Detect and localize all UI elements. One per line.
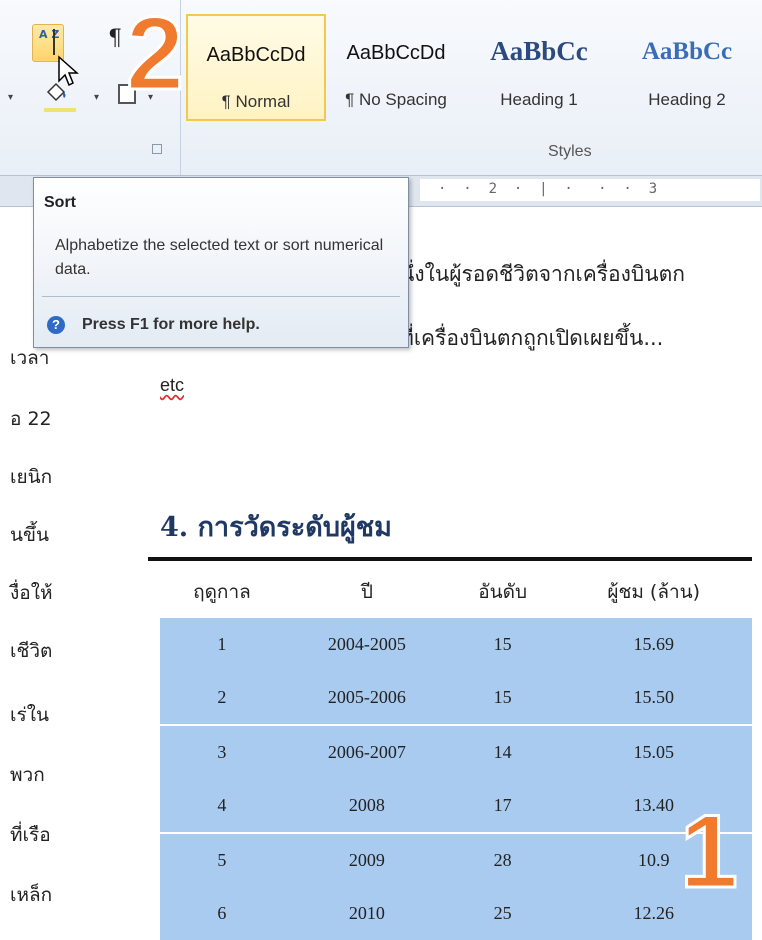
section-heading: 4. การวัดระดับผู้ชม: [160, 512, 392, 543]
shading-button[interactable]: [44, 82, 76, 112]
left-text-fragment: เหล็ก: [10, 884, 53, 906]
style-heading-2[interactable]: AaBbCc Heading 2: [612, 14, 762, 121]
table-cell: 2: [160, 671, 284, 725]
style-preview: AaBbCcDd: [346, 42, 446, 64]
table-row[interactable]: 1 2004-2005 15 15.69: [160, 618, 752, 671]
left-text-fragment: เยนิก: [10, 466, 53, 488]
style-preview: AaBbCcDd: [206, 44, 306, 66]
left-text-fragment: เชีวิต: [10, 640, 53, 662]
table-cell: 17: [449, 779, 556, 833]
table-cell: 15: [449, 671, 556, 725]
style-heading-1[interactable]: AaBbCc Heading 1: [466, 14, 612, 121]
tooltip-help-text: Press F1 for more help.: [82, 316, 260, 333]
body-text-line: นึ่งในผู้รอดชีวิตจากเครื่องบินตก: [400, 262, 685, 286]
body-text-line: ที่เครื่องบินตกถูกเปิดเผยขึ้น...: [400, 326, 664, 350]
table-cell: 15.50: [555, 671, 752, 725]
table-cell: 5: [160, 832, 284, 887]
style-preview: AaBbCc: [641, 38, 733, 65]
style-label: Heading 2: [648, 90, 726, 109]
table-top-rule: [148, 557, 752, 561]
table-header-cell: ฤดูกาล: [193, 581, 251, 603]
body-text-etc: etc: [160, 375, 185, 395]
table-row[interactable]: 4 2008 17 13.40: [160, 779, 752, 833]
table-cell: 14: [449, 724, 556, 779]
sort-tooltip: Sort Alphabetize the selected text or so…: [33, 177, 409, 348]
step-callout-1: 1: [679, 794, 740, 910]
style-label: ¶ Normal: [221, 92, 291, 111]
help-icon: ?: [47, 316, 65, 334]
style-no-spacing[interactable]: AaBbCcDd ¶ No Spacing: [326, 14, 466, 121]
paragraph-dialog-launcher-icon[interactable]: [152, 144, 162, 154]
left-text-fragment: ที่เรือ: [10, 824, 51, 846]
left-text-fragment: นขึ้น: [10, 524, 49, 546]
chevron-down-icon[interactable]: ▾: [8, 92, 13, 103]
table-cell: 2004-2005: [283, 618, 450, 671]
table-cell: 15.69: [555, 618, 752, 671]
left-text-fragment: งื่อให้: [10, 582, 53, 604]
table-cell: 2006-2007: [283, 724, 450, 779]
shading-color-bar: [44, 108, 76, 112]
table-row[interactable]: 5 2009 28 10.9: [160, 832, 752, 887]
ruler-marks: · · 2 · | · · · 3: [438, 181, 658, 197]
table-cell: 15: [449, 618, 556, 671]
style-label: Heading 1: [500, 90, 578, 109]
style-preview: AaBbCc: [490, 36, 588, 66]
table-header-cell: ปี: [360, 581, 373, 603]
table-cell: 1: [160, 618, 284, 671]
table-cell: 4: [160, 779, 284, 833]
paint-bucket-icon: [46, 82, 66, 102]
table-row[interactable]: 6 2010 25 12.26: [160, 887, 752, 940]
sort-arrow-icon: [53, 29, 55, 55]
table-cell: 15.05: [555, 724, 752, 779]
table-header-cell: อันดับ: [478, 581, 528, 603]
style-label: ¶ No Spacing: [345, 90, 447, 109]
left-text-fragment: พวก: [10, 764, 45, 786]
table-row[interactable]: 3 2006-2007 14 15.05: [160, 724, 752, 779]
left-text-fragment: อ 22: [10, 408, 52, 430]
table-cell: 2009: [283, 832, 450, 887]
tooltip-divider: [42, 296, 400, 297]
ribbon: A Z ¶ ▾ ▾ ▾ AaBbCcDd ¶ Normal AaBbCcDd ¶…: [0, 0, 762, 176]
table-cell: 2005-2006: [283, 671, 450, 725]
sort-az-icon: A Z: [39, 28, 60, 41]
table-cell: 3: [160, 724, 284, 779]
table-header-row: ฤดูกาล ปี อันดับ ผู้ชม (ล้าน): [160, 566, 752, 618]
chevron-down-icon[interactable]: ▾: [94, 92, 99, 103]
table-cell: 25: [449, 887, 556, 940]
table-cell: 2008: [283, 779, 450, 833]
show-formatting-marks-button[interactable]: ¶: [108, 26, 122, 51]
table-cell: 28: [449, 832, 556, 887]
table-cell: 6: [160, 887, 284, 940]
table-row[interactable]: 2 2005-2006 15 15.50: [160, 671, 752, 725]
step-callout-2: 2: [125, 0, 186, 112]
table-cell: 2010: [283, 887, 450, 940]
table-header-cell: ผู้ชม (ล้าน): [607, 581, 701, 603]
tooltip-body: Alphabetize the selected text or sort nu…: [55, 237, 384, 278]
ratings-table[interactable]: ฤดูกาล ปี อันดับ ผู้ชม (ล้าน) 1 2004-200…: [160, 566, 752, 940]
tooltip-title: Sort: [44, 194, 76, 211]
left-text-fragment: เร่ใน: [10, 704, 49, 726]
styles-group-label: Styles: [548, 143, 592, 160]
style-normal[interactable]: AaBbCcDd ¶ Normal: [186, 14, 326, 121]
